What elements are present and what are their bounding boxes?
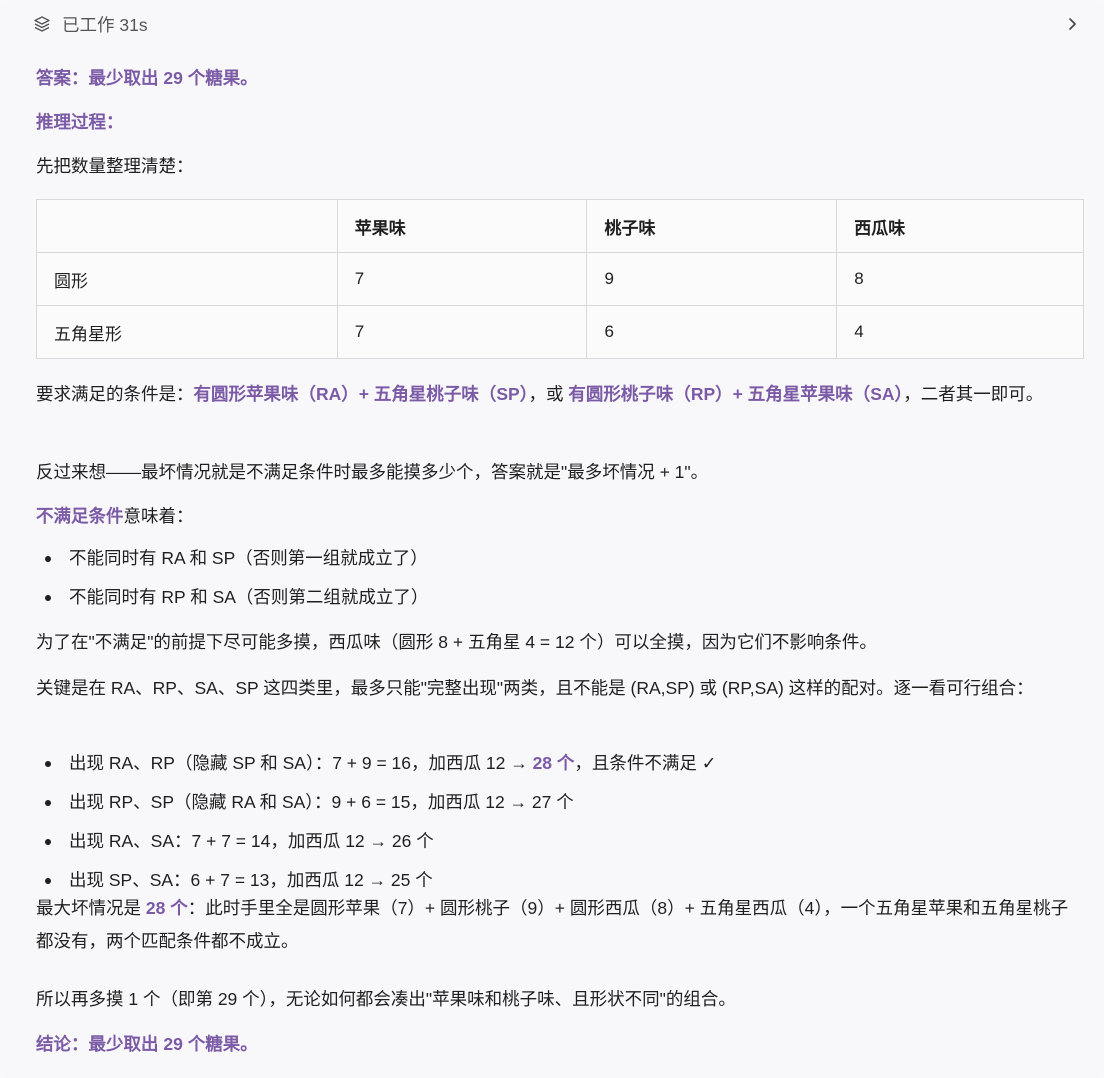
requirement-suffix: ，二者其一即可。 [903,384,1044,404]
list-item-highlight: 28 个 [532,753,575,773]
reverse-thinking-text: 反过来想——最坏情况就是不满足条件时最多能摸多少个，答案就是"最多坏情况 + 1… [36,462,709,482]
list-item: 出现 RA、RP（隐藏 SP 和 SA）：7 + 9 = 16，加西瓜 12 →… [36,744,716,783]
candy-table: 苹果味 桃子味 西瓜味 圆形 7 9 8 五角星形 7 6 4 [36,199,1084,359]
so-text: 所以再多摸 1 个（即第 29 个），无论如何都会凑出"苹果味和桃子味、且形状不… [36,989,736,1009]
list-item: 不能同时有 RP 和 SA（否则第二组就成立了） [36,578,428,617]
table-cell: 6 [586,305,838,359]
thinking-header[interactable]: 已工作 31s [32,10,1082,38]
max-case-highlight: 28 个 [145,898,188,918]
requirement-group-1: 有圆形苹果味（RA）+ 五角星桃子味（SP） [193,384,529,404]
list-item: 不能同时有 RA 和 SP（否则第一组就成立了） [36,539,428,578]
table-cell: 7 [336,305,588,359]
not-satisfied-text: 不满足条件意味着： [36,500,194,532]
max-case-suffix: ：此时手里全是圆形苹果（7）+ 圆形桃子（9）+ 圆形西瓜（8）+ 五角星西瓜（… [36,898,1069,951]
list-item-text: 出现 RA、RP（隐藏 SP 和 SA）：7 + 9 = 16，加西瓜 12 → [69,753,533,773]
table-header-cell [36,199,338,253]
key-text: 关键是在 RA、RP、SA、SP 这四类里，最多只能"完整出现"两类，且不能是 … [36,678,1034,698]
reasoning-heading: 推理过程： [36,112,124,132]
table-header-row: 苹果味 桃子味 西瓜味 [36,199,1084,253]
max-case-prefix: 最大坏情况是 [36,898,146,918]
combination-list: 出现 RA、RP（隐藏 SP 和 SA）：7 + 9 = 16，加西瓜 12 →… [36,744,716,900]
constraint-list: 不能同时有 RA 和 SP（否则第一组就成立了） 不能同时有 RP 和 SA（否… [36,539,428,617]
answer-heading: 答案：最少取出 29 个糖果。 [36,68,258,88]
requirement-group-2: 有圆形桃子味（RP）+ 五角星苹果味（SA） [568,384,904,404]
watermelon-text: 为了在"不满足"的前提下尽可能多摸，西瓜味（圆形 8 + 五角星 4 = 12 … [36,632,877,652]
table-cell: 9 [586,252,838,306]
requirement-text: 要求满足的条件是：有圆形苹果味（RA）+ 五角星桃子味（SP），或 有圆形桃子味… [36,378,1046,411]
max-case-text: 最大坏情况是 28 个：此时手里全是圆形苹果（7）+ 圆形桃子（9）+ 圆形西瓜… [36,892,1084,958]
table-cell: 8 [836,252,1084,306]
layers-icon [32,14,52,34]
list-item-tail: ，且条件不满足 ✓ [574,753,717,773]
intro-text: 先把数量整理清楚： [36,156,194,176]
list-item: 出现 RP、SP（隐藏 RA 和 SA）：9 + 6 = 15，加西瓜 12 →… [36,783,716,822]
table-cell: 五角星形 [36,305,338,359]
response-card: 已工作 31s 答案：最少取出 29 个糖果。 推理过程： 先把数量整理清楚： … [0,0,1104,1078]
table-row: 圆形 7 9 8 [36,252,1084,306]
chevron-right-icon[interactable] [1062,14,1082,34]
requirement-prefix: 要求满足的条件是： [36,384,194,404]
requirement-sep: ，或 [528,384,569,404]
table-row: 五角星形 7 6 4 [36,305,1084,359]
table-cell: 圆形 [36,252,338,306]
table-cell: 7 [336,252,588,306]
not-satisfied-suffix: 意味着： [123,506,194,526]
list-item: 出现 RA、SA：7 + 7 = 14，加西瓜 12 → 26 个 [36,822,716,861]
table-header-cell: 桃子味 [586,199,838,253]
worked-duration: 已工作 31s [62,14,148,35]
conclusion-heading: 结论：最少取出 29 个糖果。 [36,1034,258,1054]
not-satisfied-label: 不满足条件 [36,506,124,526]
table-header-cell: 西瓜味 [836,199,1084,253]
table-cell: 4 [836,305,1084,359]
table-header-cell: 苹果味 [336,199,588,253]
